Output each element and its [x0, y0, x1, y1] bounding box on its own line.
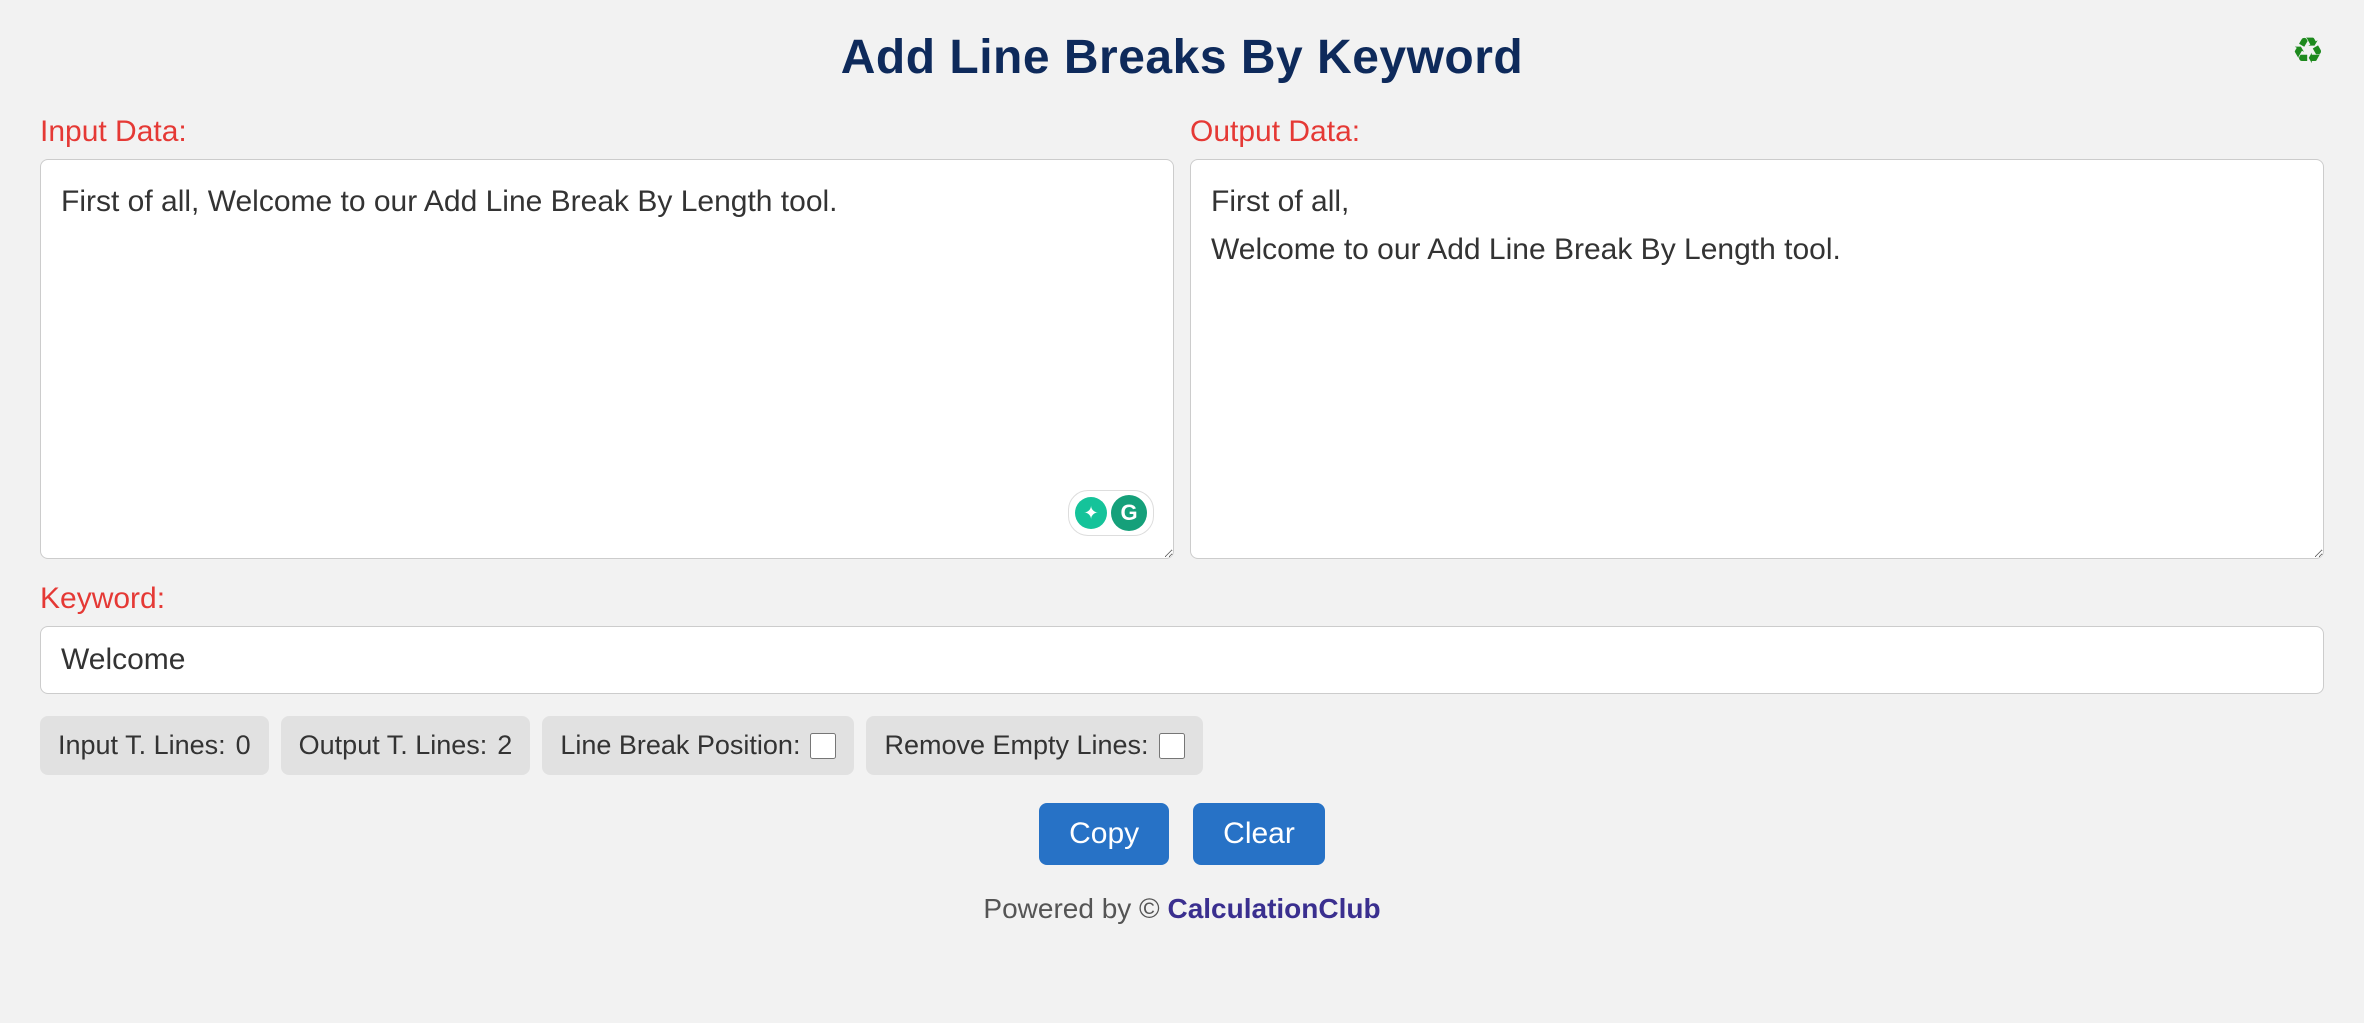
remove-empty-lines-label: Remove Empty Lines:	[884, 730, 1148, 761]
grammarly-bulb-icon: ✦	[1075, 497, 1107, 529]
output-data-label: Output Data:	[1190, 115, 2324, 149]
input-data-label: Input Data:	[40, 115, 1174, 149]
output-lines-value: 2	[497, 730, 512, 761]
line-break-position-checkbox[interactable]	[810, 733, 836, 759]
input-lines-pill: Input T. Lines: 0	[40, 716, 269, 775]
footer-prefix: Powered by ©	[983, 893, 1167, 924]
input-data-textarea[interactable]	[40, 159, 1174, 559]
keyword-input[interactable]	[40, 626, 2324, 694]
output-lines-pill: Output T. Lines: 2	[281, 716, 531, 775]
copy-button[interactable]: Copy	[1039, 803, 1169, 865]
input-lines-value: 0	[236, 730, 251, 761]
input-lines-label: Input T. Lines:	[58, 730, 226, 761]
footer-brand-link[interactable]: CalculationClub	[1167, 893, 1380, 924]
page-title: Add Line Breaks By Keyword	[40, 30, 2324, 85]
output-data-textarea[interactable]	[1190, 159, 2324, 559]
keyword-label: Keyword:	[40, 582, 2324, 616]
line-break-position-label: Line Break Position:	[560, 730, 800, 761]
recycle-icon[interactable]: ♻	[2292, 30, 2324, 72]
footer: Powered by © CalculationClub	[40, 893, 2324, 925]
output-lines-label: Output T. Lines:	[299, 730, 488, 761]
grammarly-badge[interactable]: ✦ G	[1068, 490, 1154, 536]
remove-empty-lines-pill: Remove Empty Lines:	[866, 716, 1202, 775]
grammarly-g-icon: G	[1111, 495, 1147, 531]
clear-button[interactable]: Clear	[1193, 803, 1325, 865]
line-break-position-pill: Line Break Position:	[542, 716, 854, 775]
remove-empty-lines-checkbox[interactable]	[1159, 733, 1185, 759]
